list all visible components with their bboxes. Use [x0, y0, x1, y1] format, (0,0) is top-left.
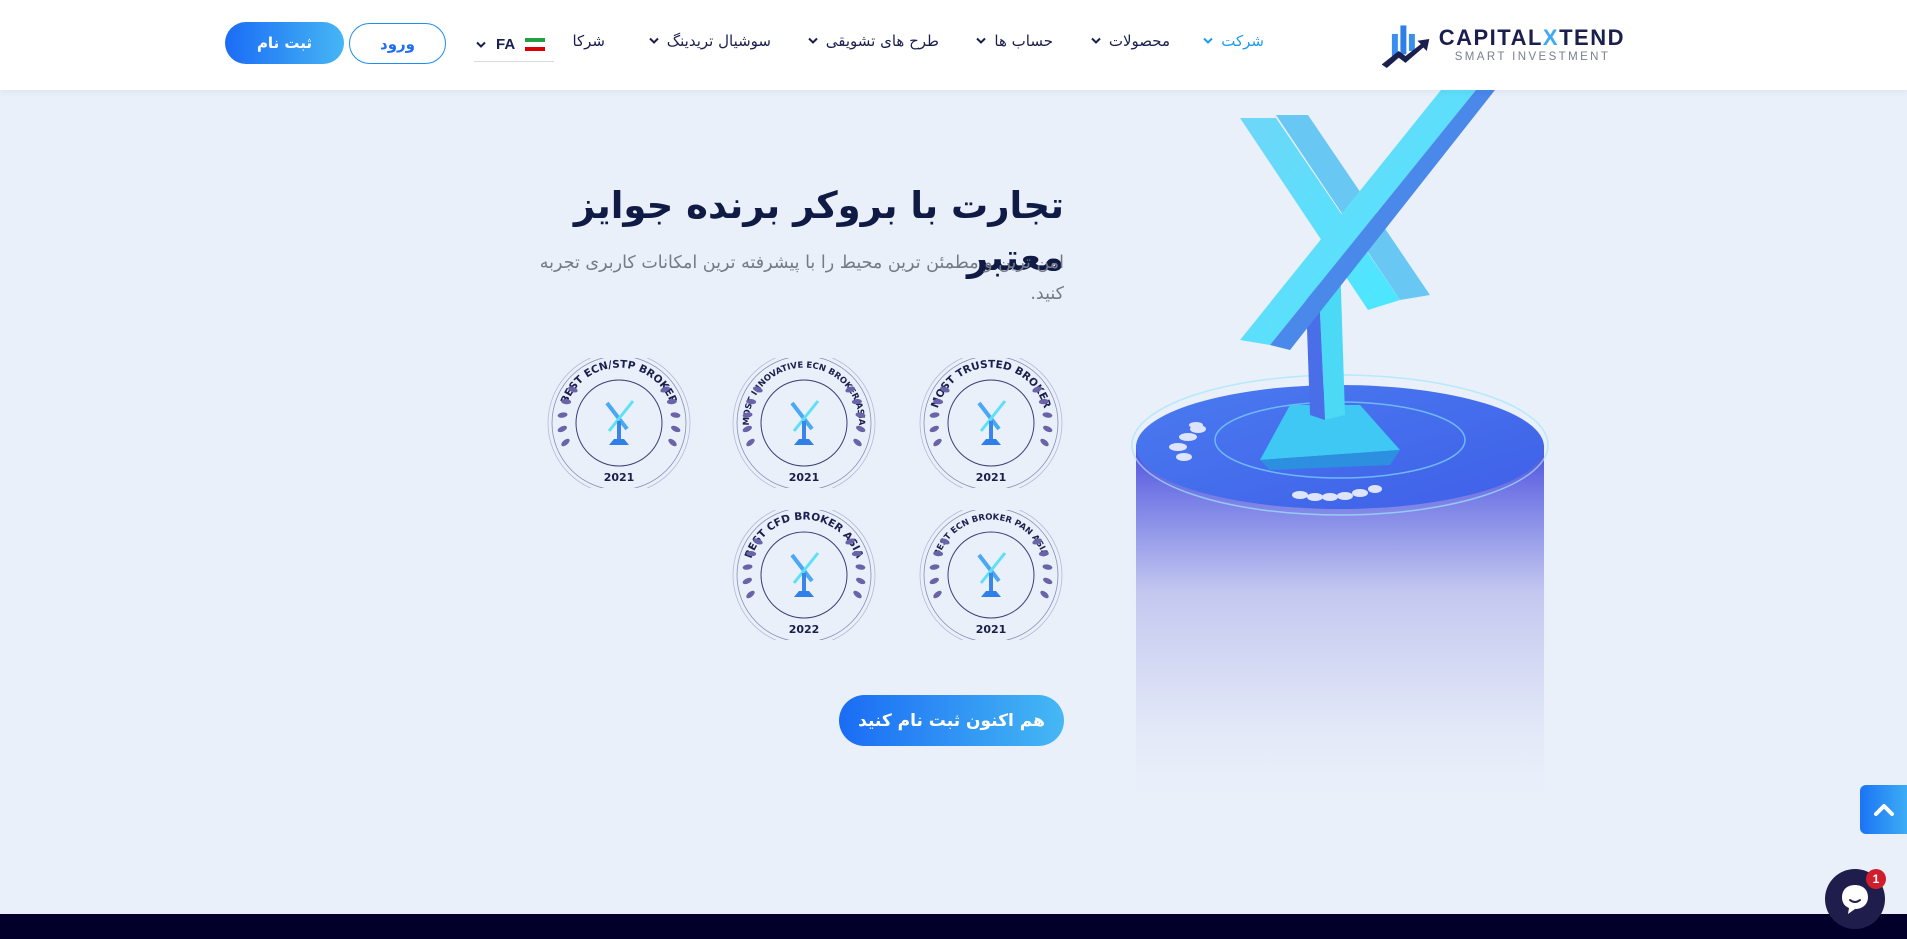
nav-item-company[interactable]: شرکت	[1203, 32, 1264, 50]
nav-item-social-trading[interactable]: سوشیال تریدینگ	[649, 32, 771, 50]
nav-item-label: طرح های تشویقی	[825, 32, 939, 50]
logo-chart-icon	[1381, 25, 1430, 68]
brand-logo[interactable]: CAPITALXTEND SMART INVESTMENT	[1380, 18, 1625, 72]
nav-item-promotions[interactable]: طرح های تشویقی	[808, 32, 939, 50]
hero-subtitle: امن ترین و مطمئن ترین محیط را با پیشرفته…	[539, 253, 1064, 304]
brand-tagline: SMART INVESTMENT	[1454, 51, 1611, 63]
x-trophy-icon	[977, 400, 1007, 445]
nav-item-label: شرکا	[572, 32, 605, 50]
trophy-illustration	[1131, 85, 1549, 815]
award-year: 2021	[976, 471, 1007, 484]
register-now-button[interactable]: هم اکنون ثبت نام کنید	[839, 695, 1064, 746]
chevron-down-icon	[476, 41, 486, 48]
x-trophy-icon	[977, 552, 1007, 597]
nav-item-partners[interactable]: شرکا	[572, 32, 605, 50]
x-trophy-icon	[790, 552, 820, 597]
award-year: 2021	[976, 623, 1007, 636]
award-title: BEST ECN BROKER PAN ASIA	[932, 512, 1049, 558]
signup-button[interactable]: ثبت نام	[225, 22, 344, 64]
x-trophy-icon	[790, 400, 820, 445]
iran-flag-icon	[525, 38, 546, 51]
login-button[interactable]: ورود	[349, 23, 446, 64]
award-badge: BEST ECN BROKER PAN ASIA 2021	[918, 503, 1064, 647]
nav-item-label: سوشیال تریدینگ	[666, 32, 771, 50]
award-title: MOST TRUSTED BROKER	[929, 359, 1053, 410]
award-badge: MOST TRUSTED BROKER 2021	[918, 351, 1064, 495]
nav-item-label: شرکت	[1221, 32, 1264, 50]
language-code: FA	[496, 36, 516, 53]
chevron-down-icon	[1203, 37, 1213, 44]
award-year: 2022	[789, 623, 820, 636]
nav-item-accounts[interactable]: حساب ها	[976, 32, 1053, 50]
scroll-to-top-button[interactable]	[1860, 785, 1907, 834]
chevron-down-icon	[808, 37, 818, 44]
language-selector[interactable]: FA	[474, 28, 554, 62]
chevron-down-icon	[976, 37, 987, 44]
brand-name: CAPITALXTEND	[1438, 25, 1625, 50]
chevron-up-icon	[1873, 803, 1894, 816]
nav-item-products[interactable]: محصولات	[1091, 32, 1170, 50]
chat-bubble-icon	[1842, 885, 1868, 914]
chat-unread-badge: 1	[1866, 869, 1886, 889]
award-year: 2021	[789, 471, 820, 484]
nav-item-label: محصولات	[1108, 32, 1170, 50]
award-year: 2021	[604, 471, 635, 484]
award-badge: BEST ECN/STP BROKER2021	[546, 351, 692, 495]
nav-item-label: حساب ها	[994, 32, 1053, 50]
award-badge: BEST CFD BROKER ASIA2022	[731, 503, 877, 647]
award-badge: MOST INNOVATIVE ECN BROKER ASIA2021	[731, 351, 877, 495]
site-header: CAPITALXTEND SMART INVESTMENT شرکت محصول…	[0, 0, 1907, 90]
x-trophy-icon	[605, 400, 635, 445]
chevron-down-icon	[1091, 37, 1101, 44]
chevron-down-icon	[649, 37, 659, 44]
footer-bar	[0, 914, 1907, 939]
